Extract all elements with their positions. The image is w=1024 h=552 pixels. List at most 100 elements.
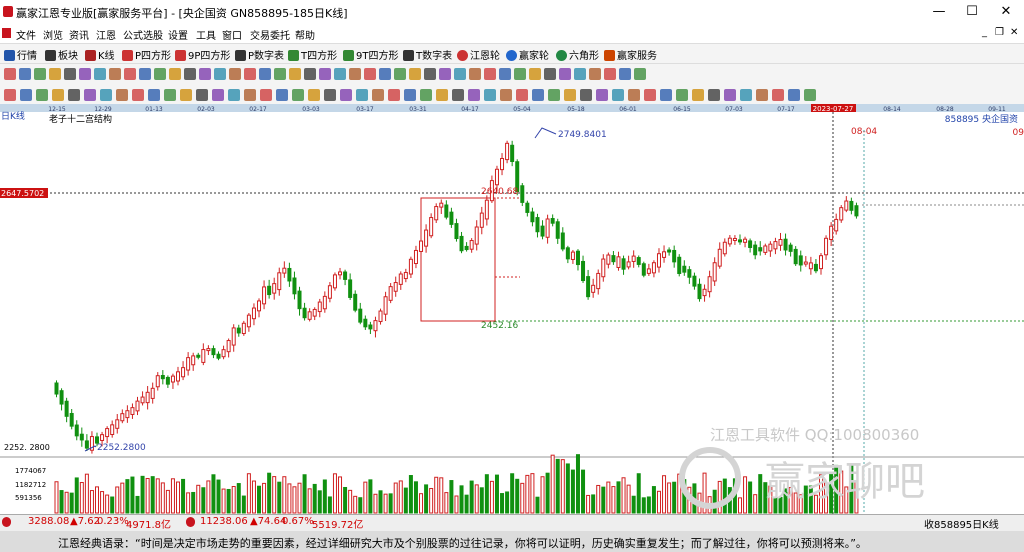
save-icon[interactable] [304, 68, 316, 80]
menu-settings[interactable]: 设置 [168, 27, 188, 42]
arrow-icon[interactable] [529, 68, 541, 80]
text-icon[interactable] [109, 68, 121, 80]
chart-icon[interactable] [289, 68, 301, 80]
circle-icon[interactable] [292, 89, 304, 101]
toolbar-p-table-button[interactable]: P数字表 [235, 47, 284, 62]
grid-icon[interactable] [116, 89, 128, 101]
diamond-icon[interactable] [229, 68, 241, 80]
toolbar-p-square-button[interactable]: P四方形 [122, 47, 171, 62]
kline-chart[interactable]: 12-15 12-29 01-13 02-03 02-17 03-03 03-17 03-31… [0, 104, 1024, 514]
pencil-icon[interactable] [196, 89, 208, 101]
zoom-icon[interactable] [184, 68, 196, 80]
angle-icon[interactable] [356, 89, 368, 101]
toolbar-hexagon-button[interactable]: 六角形 [556, 47, 599, 62]
grid-icon[interactable] [692, 89, 704, 101]
toolbar-quotes-button[interactable]: 行情 [4, 47, 37, 62]
text-icon[interactable] [604, 68, 616, 80]
text-icon[interactable] [439, 68, 451, 80]
menu-formula[interactable]: 公式选股 [123, 27, 163, 42]
arc-icon[interactable] [276, 89, 288, 101]
zoom-icon[interactable] [19, 68, 31, 80]
toolbar-9t-square-button[interactable]: 9T四方形 [343, 47, 398, 62]
close-button[interactable]: ✕ [989, 0, 1023, 24]
fan-icon[interactable] [68, 89, 80, 101]
menu-file[interactable]: 文件 [16, 27, 36, 42]
channel-icon[interactable] [52, 89, 64, 101]
square-icon[interactable] [724, 89, 736, 101]
toolbar-service-button[interactable]: 赢家服务 [604, 47, 657, 62]
diamond-icon[interactable] [394, 68, 406, 80]
ray-icon[interactable] [804, 89, 816, 101]
arrow-icon[interactable] [34, 68, 46, 80]
line-icon[interactable] [20, 89, 32, 101]
pencil-icon[interactable] [4, 89, 16, 101]
diamond-icon[interactable] [64, 68, 76, 80]
menu-info[interactable]: 资讯 [69, 27, 89, 42]
grid-icon[interactable] [500, 89, 512, 101]
menu-tools[interactable]: 工具 [196, 27, 216, 42]
triangle-icon[interactable] [379, 68, 391, 80]
mdi-restore-button[interactable]: ❐ [995, 27, 1004, 38]
ray-icon[interactable] [420, 89, 432, 101]
arc-icon[interactable] [468, 89, 480, 101]
crosshair-icon[interactable] [589, 68, 601, 80]
pencil-icon[interactable] [772, 89, 784, 101]
fan-icon[interactable] [644, 89, 656, 101]
fan-icon[interactable] [452, 89, 464, 101]
menu-browse[interactable]: 浏览 [43, 27, 63, 42]
channel-icon[interactable] [628, 89, 640, 101]
line-icon[interactable] [788, 89, 800, 101]
circle-icon[interactable] [484, 89, 496, 101]
print-icon[interactable] [154, 68, 166, 80]
measure-icon[interactable] [180, 89, 192, 101]
zoom-icon[interactable] [349, 68, 361, 80]
line-icon[interactable] [212, 89, 224, 101]
toolbar-gann-wheel-button[interactable]: 江恩轮 [457, 47, 500, 62]
crosshair-icon[interactable] [424, 68, 436, 80]
crosshair-icon[interactable] [94, 68, 106, 80]
zoom-icon[interactable] [514, 68, 526, 80]
period-icon[interactable] [169, 68, 181, 80]
pencil-icon[interactable] [580, 89, 592, 101]
square-icon[interactable] [148, 89, 160, 101]
save-icon[interactable] [139, 68, 151, 80]
arrow-icon[interactable] [199, 68, 211, 80]
ray-icon[interactable] [228, 89, 240, 101]
measure-icon[interactable] [564, 89, 576, 101]
text-icon[interactable] [274, 68, 286, 80]
square-icon[interactable] [532, 89, 544, 101]
toolbar-blocks-button[interactable]: 板块 [45, 47, 78, 62]
fib-icon[interactable] [516, 89, 528, 101]
menu-gann[interactable]: 江恩 [96, 27, 116, 42]
save-icon[interactable] [469, 68, 481, 80]
chart-icon[interactable] [454, 68, 466, 80]
angle-icon[interactable] [164, 89, 176, 101]
print-icon[interactable] [319, 68, 331, 80]
line-icon[interactable] [596, 89, 608, 101]
channel-icon[interactable] [244, 89, 256, 101]
toolbar-kline-button[interactable]: K线 [85, 47, 115, 62]
measure-icon[interactable] [756, 89, 768, 101]
crosshair-icon[interactable] [259, 68, 271, 80]
toolbar-winner-wheel-button[interactable]: 赢家轮 [506, 47, 549, 62]
angle-icon[interactable] [740, 89, 752, 101]
triangle-icon[interactable] [214, 68, 226, 80]
square-icon[interactable] [340, 89, 352, 101]
cursor-icon[interactable] [79, 68, 91, 80]
triangle-icon[interactable] [49, 68, 61, 80]
print-icon[interactable] [484, 68, 496, 80]
diamond-icon[interactable] [559, 68, 571, 80]
line-icon[interactable] [404, 89, 416, 101]
ray-icon[interactable] [36, 89, 48, 101]
period-icon[interactable] [334, 68, 346, 80]
circle-icon[interactable] [676, 89, 688, 101]
menu-help[interactable]: 帮助 [295, 27, 315, 42]
menu-trade[interactable]: 交易委托 [250, 27, 290, 42]
arrow-icon[interactable] [364, 68, 376, 80]
fan-icon[interactable] [260, 89, 272, 101]
cursor-icon[interactable] [409, 68, 421, 80]
period-icon[interactable] [4, 68, 16, 80]
triangle-icon[interactable] [544, 68, 556, 80]
menu-window[interactable]: 窗口 [222, 27, 242, 42]
fib-icon[interactable] [324, 89, 336, 101]
